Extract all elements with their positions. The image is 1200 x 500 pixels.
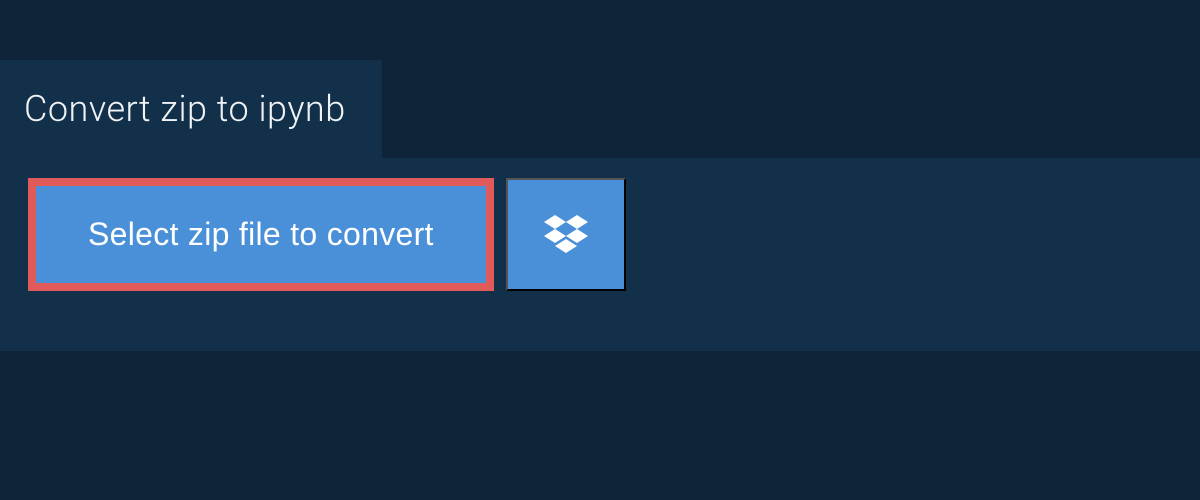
select-file-button-label: Select zip file to convert [88, 216, 434, 252]
page-title: Convert zip to ipynb [24, 88, 346, 130]
select-file-button[interactable]: Select zip file to convert [28, 178, 494, 291]
button-row: Select zip file to convert [28, 178, 1172, 291]
upload-panel: Select zip file to convert [0, 158, 1200, 351]
header-tab: Convert zip to ipynb [0, 60, 382, 158]
dropbox-icon [544, 215, 588, 255]
dropbox-button[interactable] [506, 178, 626, 291]
